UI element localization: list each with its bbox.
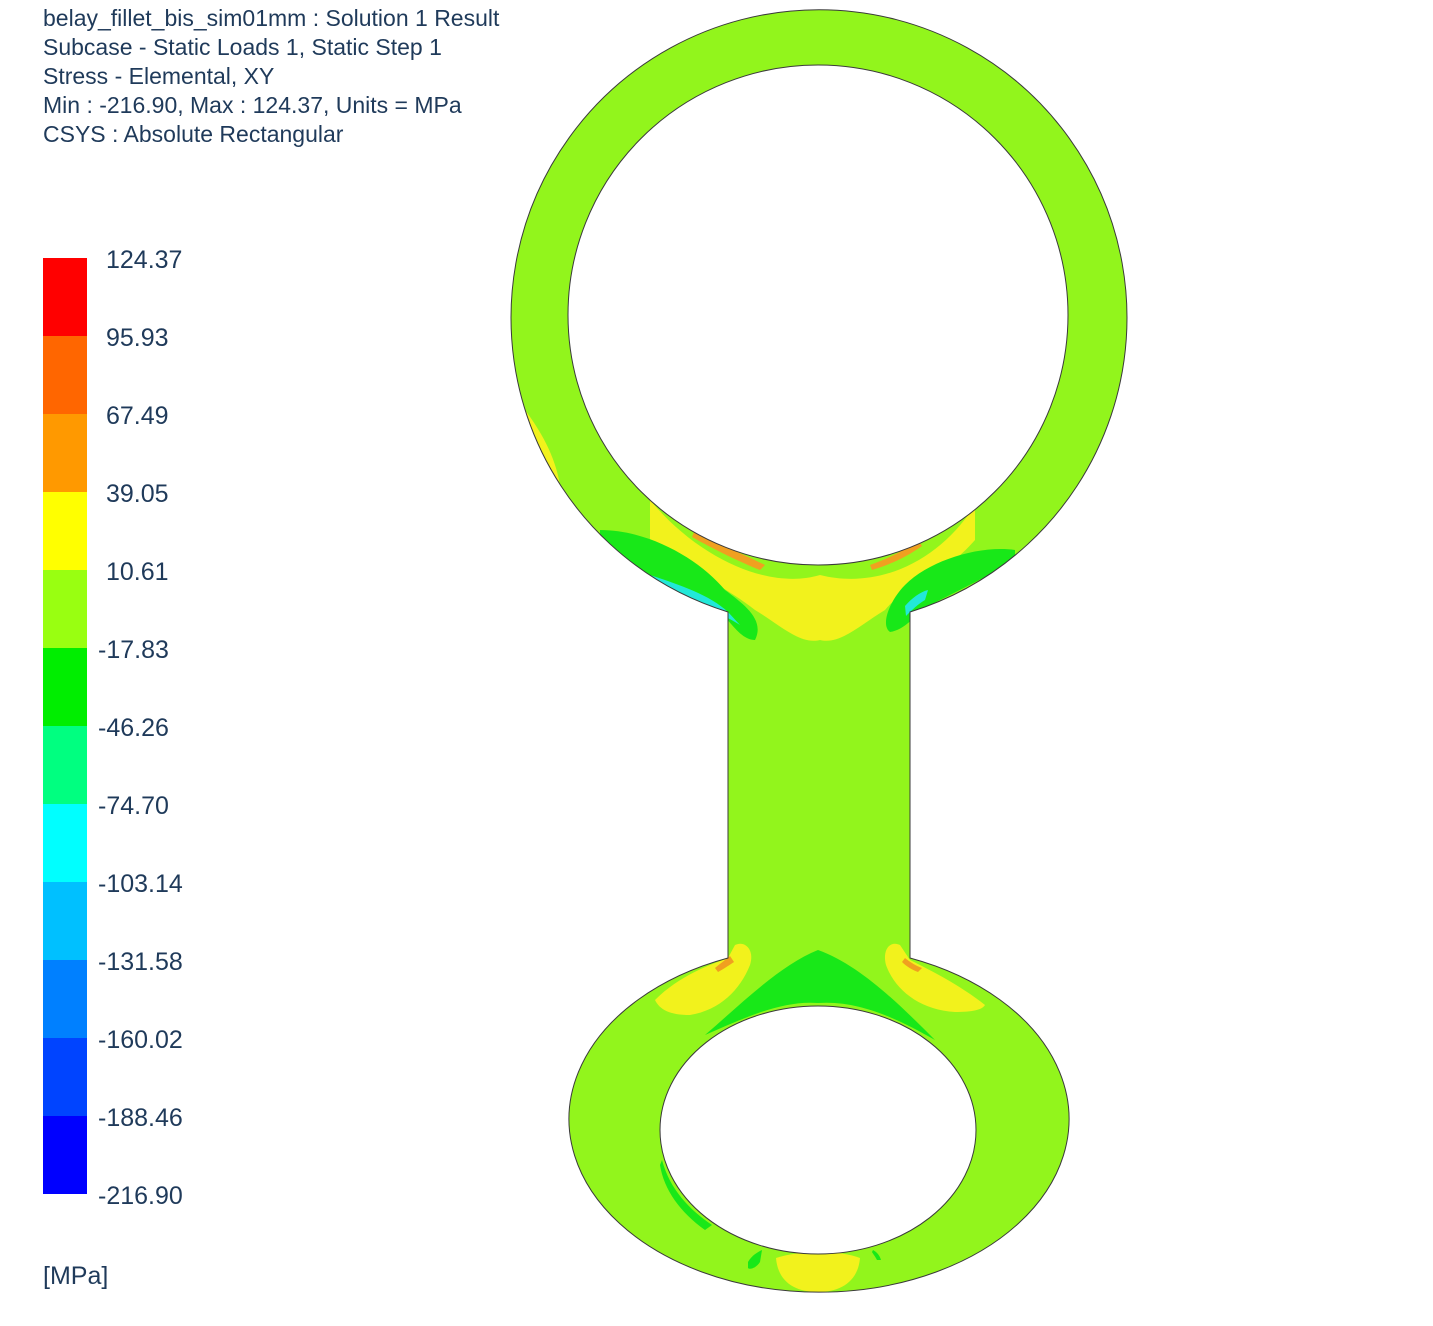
part-body: [511, 9, 1128, 1293]
fea-contour-plot: [510, 9, 1128, 1293]
